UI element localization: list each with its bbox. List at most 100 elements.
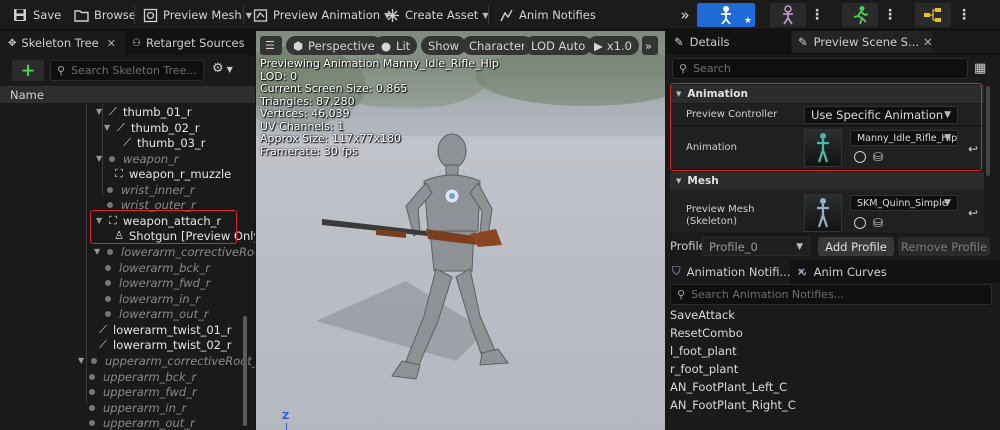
- tab-preview-scene-settings[interactable]: ✎ Preview Scene S... ✕: [792, 31, 933, 53]
- save-button[interactable]: Save: [12, 4, 61, 26]
- tab-anim-curves[interactable]: ∿ Anim Curves: [794, 260, 904, 283]
- skeleton-mode-button[interactable]: ★: [697, 3, 755, 27]
- close-icon[interactable]: ✕: [923, 35, 933, 49]
- mesh-thumbnail[interactable]: [804, 194, 842, 232]
- virtual-bone-icon: [109, 155, 115, 162]
- viewport-overflow-icon[interactable]: »: [642, 36, 658, 55]
- tree-row[interactable]: ⟋ lowerarm_twist_01_r: [96, 322, 231, 337]
- preview-animation-label: Preview Animation: [273, 8, 381, 22]
- preview-mesh-row: Preview Mesh (Skeleton) SKM_Quinn_Simple…: [670, 191, 984, 234]
- tree-row[interactable]: ⟋ thumb_03_r: [120, 135, 205, 150]
- save-label: Save: [33, 8, 62, 22]
- details-search-input[interactable]: ⚲ Search: [672, 58, 968, 79]
- tree-row[interactable]: upperarm_fwd_r: [86, 384, 197, 399]
- tree-row[interactable]: lowerarm_in_r: [102, 291, 200, 306]
- anim-notifies-button[interactable]: Anim Notifies: [498, 4, 596, 26]
- preview-mesh-dropdown[interactable]: SKM_Quinn_Simple ▼: [850, 195, 958, 211]
- virtual-bone-icon: [89, 419, 95, 426]
- add-button[interactable]: +: [12, 60, 44, 81]
- mesh-mode-menu-icon[interactable]: ⋮: [810, 5, 824, 25]
- expand-arrow-icon: ▼: [96, 107, 103, 116]
- notify-list-item[interactable]: l_foot_plant: [670, 344, 737, 358]
- remove-profile-button[interactable]: Remove Profile: [898, 237, 990, 256]
- tab-retarget-sources[interactable]: ⚇ Retarget Sources: [128, 31, 255, 55]
- tree-row[interactable]: lowerarm_bck_r: [102, 260, 210, 275]
- skeleton-tree: ▼ ⟋ thumb_01_r ▼ ⟋ thumb_02_r ⟋ thumb_03…: [0, 104, 255, 430]
- details-scrollbar[interactable]: [986, 86, 990, 176]
- browse-asset-icon[interactable]: ⛁: [873, 216, 883, 230]
- notify-list-item[interactable]: AN_FootPlant_Right_C: [670, 398, 796, 412]
- viewport-stats: Previewing Animation Manny_Idle_Rifle_Hi…: [260, 57, 499, 158]
- tab-animation-notifies[interactable]: ⛉ Animation Notifi... ✕: [666, 260, 806, 283]
- skeleton-search-input[interactable]: ⚲ Search Skeleton Tree...: [50, 60, 204, 81]
- toolbar-overflow-icon[interactable]: »: [676, 3, 694, 27]
- character-button[interactable]: Character: [462, 36, 533, 55]
- preview-mesh-button[interactable]: Preview Mesh ▼: [142, 4, 252, 26]
- tree-scrollbar[interactable]: [243, 316, 247, 426]
- notifies-search-input[interactable]: ⚲ Search Animation Notifies...: [670, 284, 992, 305]
- blueprint-mode-button[interactable]: [915, 3, 951, 27]
- skeleton-tree-panel: ✥ Skeleton Tree ✕ ⚇ Retarget Sources + ⚲…: [0, 31, 255, 430]
- blueprint-mode-menu-icon[interactable]: ⋮: [957, 5, 971, 25]
- profile-dropdown[interactable]: Profile_0 ▼: [702, 237, 810, 256]
- tree-row-label: weapon_r_muzzle: [129, 166, 232, 181]
- tab-details[interactable]: ✎ Details: [666, 31, 791, 53]
- tree-row[interactable]: ⛶ weapon_r_muzzle: [112, 166, 231, 181]
- notify-list-item[interactable]: ResetCombo: [670, 326, 743, 340]
- add-profile-button[interactable]: Add Profile: [818, 237, 894, 256]
- virtual-bone-icon: [105, 295, 111, 302]
- chevron-down-icon: ▼: [245, 10, 252, 20]
- preview-mesh-label-line1: Preview Mesh: [686, 204, 755, 215]
- preview-mesh-label-line2: (Skeleton): [686, 216, 738, 227]
- tree-row[interactable]: ▼ weapon_r: [96, 151, 179, 166]
- highlight-box: [670, 83, 982, 171]
- notify-list-item[interactable]: SaveAttack: [670, 308, 735, 322]
- tree-row-label: lowerarm_fwd_r: [119, 275, 211, 290]
- tree-row[interactable]: upperarm_out_r: [86, 415, 195, 430]
- save-icon: [12, 7, 28, 23]
- viewport-menu-button[interactable]: ☰: [260, 36, 282, 55]
- preview-animation-button[interactable]: Preview Animation ▼: [252, 4, 390, 26]
- search-icon: ⚲: [677, 288, 686, 301]
- section-mesh[interactable]: ▼ Mesh: [670, 172, 984, 190]
- create-asset-button[interactable]: Create Asset ▼: [384, 4, 488, 26]
- perspective-button[interactable]: ⬢ Perspective: [286, 36, 382, 55]
- notify-list-item[interactable]: AN_FootPlant_Left_C: [670, 380, 787, 394]
- mesh-mode-button[interactable]: [770, 3, 806, 27]
- use-selected-asset-icon[interactable]: [854, 217, 866, 229]
- browse-button[interactable]: Browse: [73, 4, 136, 26]
- stat-line: Framerate: 30 fps: [260, 144, 358, 158]
- notify-list-item[interactable]: r_foot_plant: [670, 362, 738, 376]
- add-profile-label: Add Profile: [825, 239, 887, 254]
- tree-row[interactable]: lowerarm_fwd_r: [102, 275, 210, 290]
- tree-row[interactable]: lowerarm_out_r: [102, 306, 208, 321]
- tree-row[interactable]: ▼ lowerarm_correctiveRoot_r: [94, 244, 255, 259]
- close-icon[interactable]: ✕: [107, 37, 116, 50]
- mesh-thumbnail-icon: [817, 198, 829, 228]
- tree-row[interactable]: upperarm_in_r: [86, 400, 186, 415]
- tree-row[interactable]: wrist_inner_r: [104, 182, 195, 197]
- grid-view-icon[interactable]: ▦: [974, 61, 986, 76]
- animation-mode-button[interactable]: [842, 3, 878, 27]
- browse-label: Browse: [94, 8, 136, 22]
- tree-row-label: upperarm_bck_r: [103, 369, 197, 384]
- lod-button[interactable]: LOD Auto: [524, 36, 593, 55]
- tab-skeleton-tree[interactable]: ✥ Skeleton Tree ✕: [0, 31, 125, 55]
- settings-gear-icon[interactable]: ⚙ ▼: [212, 61, 233, 76]
- tree-row[interactable]: upperarm_bck_r: [86, 369, 196, 384]
- tree-row-label: wrist_inner_r: [121, 182, 195, 197]
- section-mesh-label: Mesh: [687, 175, 719, 187]
- toolbar-separator: [243, 6, 244, 24]
- preview-viewport[interactable]: ☰ ⬢ Perspective ● Lit Show Character LOD…: [256, 31, 665, 430]
- show-button[interactable]: Show: [421, 36, 467, 55]
- tree-row[interactable]: ▼ ⟋ thumb_01_r: [96, 104, 191, 119]
- reset-arrow-icon[interactable]: ↩: [968, 206, 978, 220]
- virtual-bone-icon: [105, 310, 111, 317]
- lit-button[interactable]: ● Lit: [374, 36, 418, 55]
- tree-row[interactable]: ⟋ lowerarm_twist_02_r: [96, 337, 231, 352]
- animation-mode-menu-icon[interactable]: ⋮: [883, 5, 897, 25]
- highlight-box: [90, 210, 237, 244]
- tree-row[interactable]: ▼ ⟋ thumb_02_r: [104, 120, 199, 135]
- tree-row[interactable]: ▼ upperarm_correctiveRoot_r: [78, 353, 255, 368]
- playback-speed-button[interactable]: ▶ x1.0: [587, 36, 639, 55]
